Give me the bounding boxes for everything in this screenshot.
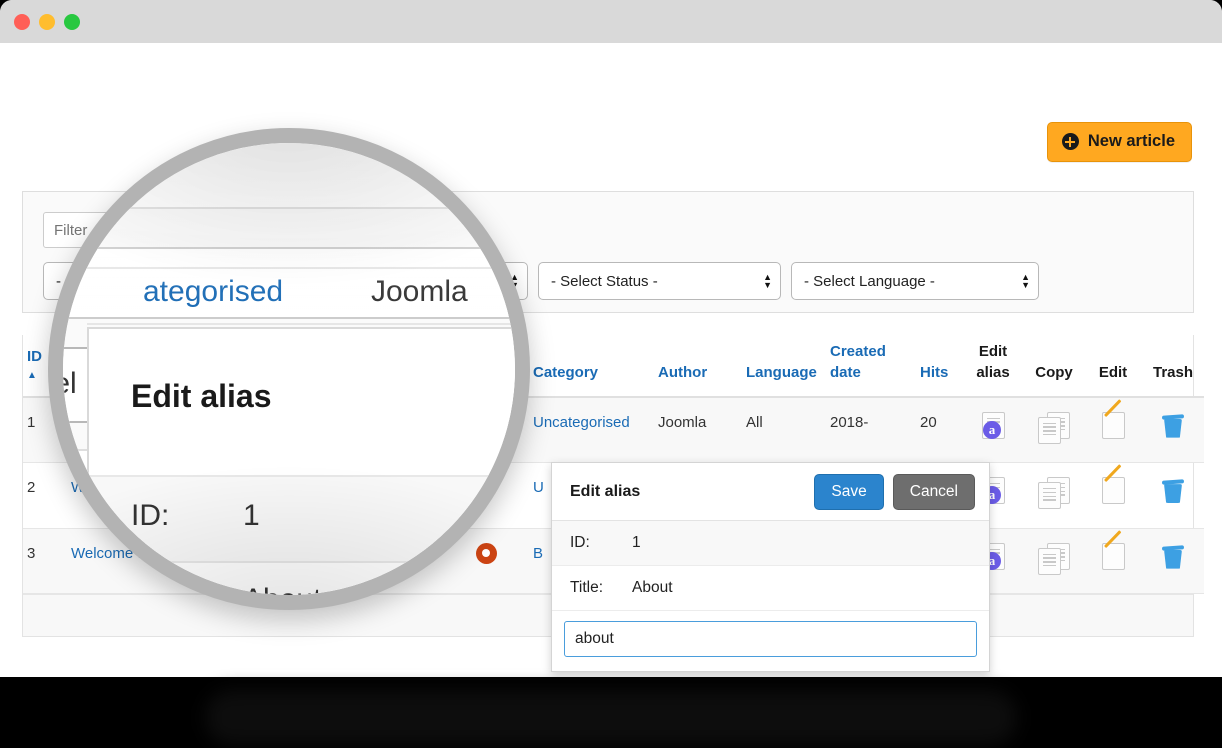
edit-alias-title-value: About [632, 579, 673, 596]
mag-row-divider [87, 323, 515, 325]
mag-title-value: About [243, 583, 321, 595]
window-minimize-button[interactable] [39, 13, 55, 30]
edit-alias-title-label: Title: [570, 579, 604, 596]
cell-author: Joomla [654, 396, 742, 464]
edit-alias-id-value: 1 [632, 534, 641, 551]
edit-alias-title-row: Title: About [552, 566, 989, 611]
trash-icon[interactable] [1161, 543, 1185, 570]
plus-circle-icon [1061, 133, 1079, 150]
window-close-button[interactable] [14, 13, 30, 30]
column-header-edit-alias: Edit alias [962, 335, 1024, 398]
trash-icon[interactable] [1161, 477, 1185, 504]
column-header-copy: Copy [1024, 335, 1084, 398]
mag-cell-category: ategorised [143, 275, 284, 309]
edit-icon[interactable] [1101, 464, 1125, 505]
page-toolbar [0, 43, 1222, 115]
cell-category-link[interactable]: Uncategorised [533, 414, 630, 431]
edit-icon[interactable] [1101, 529, 1125, 571]
magnifier-lens: Filter - Sel ▲▼ Author Language ategoris… [48, 128, 530, 610]
edit-alias-popup: Edit alias Save Cancel ID: 1 Title: Abou… [551, 462, 990, 672]
mag-search-placeholder: Filter [63, 267, 78, 301]
browser-window: New article - Select Category - ▲▼ - Sel… [0, 0, 1222, 677]
column-header-created-date[interactable]: Created date [826, 335, 916, 398]
cell-id: 3 [23, 528, 67, 595]
column-header-id-label: ID [27, 348, 42, 366]
select-language-value: - Select Language - [804, 272, 935, 290]
mag-popup-divider [87, 561, 515, 563]
select-status-value: - Select Status - [551, 272, 658, 290]
cell-category-link[interactable]: B [533, 545, 543, 562]
magnifier-content: Filter - Sel ▲▼ Author Language ategoris… [63, 143, 515, 595]
mag-id-value: 1 [243, 499, 260, 533]
edit-alias-input-row [552, 611, 989, 671]
column-header-hits[interactable]: Hits [916, 335, 962, 398]
chevron-updown-icon: ▲▼ [1021, 272, 1030, 290]
mag-cell-author: Joomla [371, 275, 468, 309]
window-shadow-glow [205, 690, 1017, 745]
column-header-trash: Trash [1142, 335, 1204, 398]
edit-alias-id-row: ID: 1 [552, 521, 989, 566]
save-button[interactable]: Save [814, 473, 884, 510]
column-header-category[interactable]: Category [529, 335, 654, 398]
mag-id-label: ID: [131, 499, 170, 533]
edit-alias-icon[interactable]: a [978, 411, 1008, 440]
new-article-label: New article [1087, 132, 1175, 150]
edit-alias-popup-title: Edit alias [570, 482, 641, 500]
cancel-button[interactable]: Cancel [892, 473, 975, 510]
cell-language: All [742, 396, 826, 464]
window-titlebar [0, 0, 1222, 43]
new-article-button[interactable]: New article [1046, 122, 1192, 162]
cell-category-link[interactable]: U [533, 479, 544, 496]
cell-created-date: 2018- [826, 396, 916, 464]
alias-input[interactable] [564, 621, 977, 657]
column-header-edit: Edit [1084, 335, 1142, 398]
chevron-updown-icon: ▲▼ [763, 272, 772, 290]
cell-hits: 20 [916, 396, 962, 464]
edit-alias-popup-header: Edit alias Save Cancel [552, 463, 989, 521]
cell-id: 2 [23, 462, 67, 529]
column-header-language[interactable]: Language [742, 335, 826, 398]
mag-select-category-value: - Sel [63, 367, 77, 401]
mag-title-label: Title: [131, 583, 195, 595]
page-content: New article - Select Category - ▲▼ - Sel… [0, 43, 1222, 677]
edit-alias-id-label: ID: [570, 534, 590, 551]
window-maximize-button[interactable] [64, 13, 80, 30]
edit-icon[interactable] [1101, 398, 1125, 440]
copy-icon[interactable] [1038, 477, 1070, 510]
select-language[interactable]: - Select Language - ▲ ▼ [791, 262, 1039, 300]
trash-icon[interactable] [1161, 412, 1185, 439]
column-header-author[interactable]: Author [654, 335, 742, 398]
copy-icon[interactable] [1038, 542, 1070, 575]
mag-row-divider [87, 267, 515, 269]
copy-icon[interactable] [1038, 411, 1070, 444]
mag-edit-alias-popup-title: Edit alias [131, 381, 272, 415]
select-status[interactable]: - Select Status - ▲ ▼ [538, 262, 781, 300]
magnifier-lens-inner: Filter - Sel ▲▼ Author Language ategoris… [63, 143, 515, 595]
